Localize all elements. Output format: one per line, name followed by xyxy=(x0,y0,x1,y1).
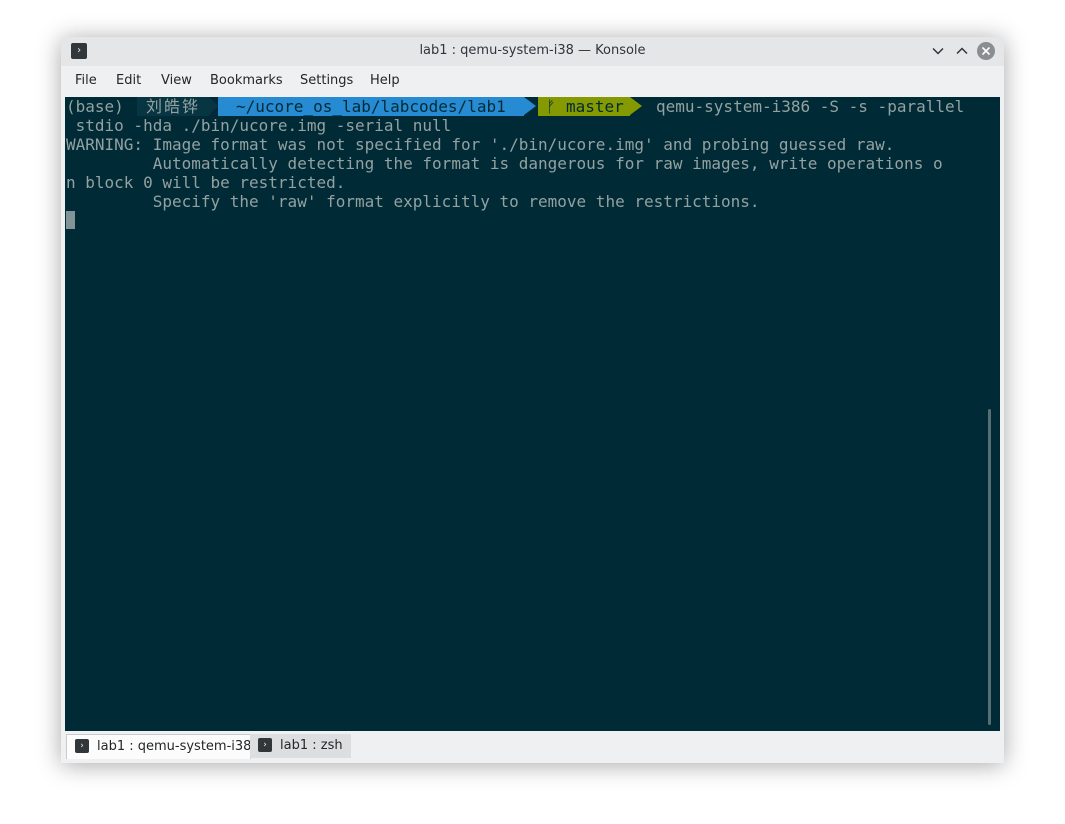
prompt-branch: master xyxy=(566,97,624,116)
terminal-icon: › xyxy=(75,739,89,753)
prompt-dir-segment: ~/ucore_os_lab/labcodes/lab1 xyxy=(218,97,524,116)
chevron-down-icon xyxy=(932,47,944,55)
minimize-button[interactable] xyxy=(929,42,947,60)
git-branch-icon: ᚠ xyxy=(546,97,556,116)
menu-file[interactable]: File xyxy=(75,73,97,88)
segment-separator xyxy=(524,97,536,115)
tab-qemu[interactable]: › lab1 : qemu-system-i38 xyxy=(66,734,251,759)
menu-settings[interactable]: Settings xyxy=(300,73,353,88)
menu-edit[interactable]: Edit xyxy=(116,73,141,88)
command-continuation: stdio -hda ./bin/ucore.img -serial null xyxy=(66,116,452,135)
close-icon xyxy=(981,46,991,56)
segment-separator xyxy=(209,97,218,115)
output-line: n block 0 will be restricted. xyxy=(66,173,346,192)
prompt-dir: ~/ucore_os_lab/labcodes/lab1 xyxy=(236,97,506,116)
menu-view[interactable]: View xyxy=(161,73,192,88)
prompt-user: 刘皓铧 xyxy=(146,97,201,116)
prompt-env: (base) xyxy=(66,97,124,116)
prompt-line: (base) 刘皓铧 ~/ucore_os_lab/labcodes/lab1 … xyxy=(66,97,1000,116)
chevron-up-icon xyxy=(956,47,968,55)
menu-help[interactable]: Help xyxy=(370,73,400,88)
konsole-window: › lab1 : qemu-system-i38 — Konsole File … xyxy=(61,37,1004,763)
menu-bar: File Edit View Bookmarks Settings Help xyxy=(61,66,1004,96)
output-line: WARNING: Image format was not specified … xyxy=(66,135,895,154)
title-bar[interactable]: › lab1 : qemu-system-i38 — Konsole xyxy=(61,37,1004,66)
output-line: Automatically detecting the format is da… xyxy=(66,154,943,173)
maximize-button[interactable] xyxy=(953,42,971,60)
terminal-icon: › xyxy=(258,738,272,752)
window-title: lab1 : qemu-system-i38 — Konsole xyxy=(419,43,646,58)
close-button[interactable] xyxy=(977,42,995,60)
prompt-git-segment: ᚠ master xyxy=(538,97,630,116)
prompt-command: qemu-system-i386 -S -s -parallel xyxy=(656,97,965,116)
prompt-user-segment: 刘皓铧 xyxy=(137,97,209,116)
tab-label: lab1 : qemu-system-i38 xyxy=(97,739,252,754)
output-line: Specify the 'raw' format explicitly to r… xyxy=(66,192,760,211)
scrollbar-thumb[interactable] xyxy=(988,409,991,725)
tab-zsh[interactable]: › lab1 : zsh xyxy=(250,734,351,758)
terminal-view[interactable]: (base) 刘皓铧 ~/ucore_os_lab/labcodes/lab1 … xyxy=(65,97,1000,731)
tab-bar: › lab1 : qemu-system-i38 › lab1 : zsh xyxy=(61,731,1004,763)
menu-bookmarks[interactable]: Bookmarks xyxy=(210,73,283,88)
tab-label: lab1 : zsh xyxy=(280,738,343,753)
terminal-cursor xyxy=(66,211,75,229)
segment-separator xyxy=(630,97,642,115)
